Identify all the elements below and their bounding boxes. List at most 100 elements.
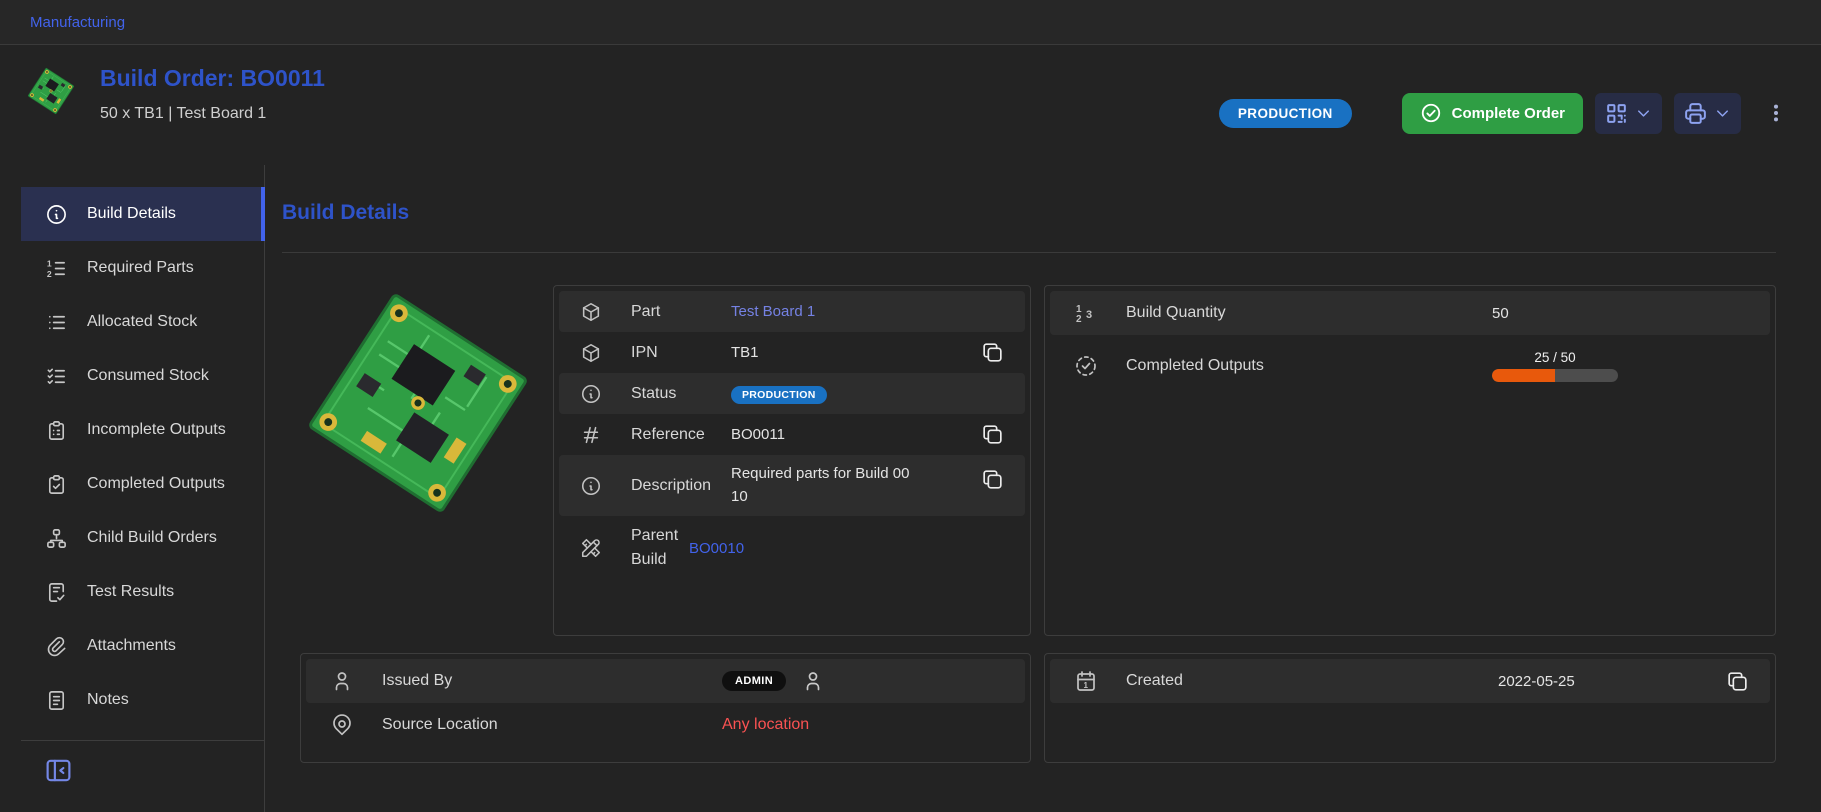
complete-order-button[interactable]: Complete Order	[1402, 93, 1583, 134]
sidebar: Build Details Required Parts Allocated S…	[21, 165, 265, 812]
sidebar-item-child-build-orders[interactable]: Child Build Orders	[21, 511, 265, 565]
sidebar-item-required-parts[interactable]: Required Parts	[21, 241, 265, 295]
circle-dashed-check-icon	[1074, 354, 1098, 378]
copy-icon[interactable]	[1725, 669, 1750, 694]
sidebar-collapse-button[interactable]	[43, 756, 73, 788]
progress-block: 25 / 50	[1492, 350, 1618, 382]
detail-row-ipn: IPN TB1	[559, 332, 1025, 373]
parent-build-link[interactable]: BO0010	[689, 540, 744, 557]
sidebar-item-label: Build Details	[87, 205, 176, 223]
field-label: Part	[631, 300, 731, 324]
field-label: Build Quantity	[1126, 304, 1226, 322]
field-label: Reference	[631, 423, 731, 447]
dots-vertical-icon	[1765, 102, 1787, 124]
qrcode-icon	[1604, 101, 1629, 126]
sidebar-divider	[21, 740, 264, 741]
part-image[interactable]	[300, 285, 536, 636]
breadcrumb: Manufacturing	[0, 0, 1821, 45]
part-link[interactable]: Test Board 1	[731, 303, 815, 320]
chevron-down-icon	[1713, 104, 1732, 123]
sidebar-item-attachments[interactable]: Attachments	[21, 619, 265, 673]
sitemap-icon	[45, 527, 68, 550]
field-label: Created	[1126, 672, 1183, 690]
copy-icon[interactable]	[980, 340, 1005, 365]
map-pin-icon	[330, 713, 354, 737]
print-actions-button[interactable]	[1674, 93, 1741, 134]
build-details-section: Part Test Board 1 IPN TB1 Status PRODUCT…	[300, 285, 1031, 636]
sidebar-item-test-results[interactable]: Test Results	[21, 565, 265, 619]
field-label: Issued By	[382, 672, 452, 690]
status-badge-small: PRODUCTION	[731, 386, 827, 404]
page-subtitle: 50 x TB1 | Test Board 1	[100, 105, 325, 123]
barcode-actions-button[interactable]	[1595, 93, 1662, 134]
issued-by-row: Issued By ADMIN	[306, 659, 1025, 703]
paperclip-icon	[45, 635, 68, 658]
issue-card: Issued By ADMIN Source Location Any loca…	[300, 653, 1031, 763]
issued-by-badge: ADMIN	[722, 671, 786, 691]
details-card: Part Test Board 1 IPN TB1 Status PRODUCT…	[553, 285, 1031, 636]
field-label: Status	[631, 382, 731, 406]
part-thumbnail[interactable]	[26, 59, 76, 153]
page-header: Build Order: BO0011 50 x TB1 | Test Boar…	[0, 45, 1821, 165]
panel-heading: Build Details	[282, 201, 1776, 225]
copy-icon[interactable]	[980, 467, 1005, 492]
sidebar-item-label: Required Parts	[87, 259, 194, 277]
created-row: Created 2022-05-25	[1050, 659, 1770, 703]
detail-row-status: Status PRODUCTION	[559, 373, 1025, 414]
progress-bar	[1492, 369, 1618, 382]
field-label: Description	[631, 474, 731, 498]
heading-divider	[282, 252, 1776, 253]
tools-icon	[580, 537, 602, 559]
complete-order-label: Complete Order	[1452, 105, 1565, 122]
build-quantity-value: 50	[1492, 305, 1509, 322]
field-label: IPN	[631, 341, 731, 365]
sidebar-item-label: Completed Outputs	[87, 475, 225, 493]
sidebar-item-allocated-stock[interactable]: Allocated Stock	[21, 295, 265, 349]
quantities-card: Build Quantity 50 Completed Outputs 25 /…	[1044, 285, 1776, 636]
page-title: Build Order: BO0011	[100, 65, 325, 92]
calendar-icon	[1074, 669, 1098, 693]
created-card: Created 2022-05-25	[1044, 653, 1776, 763]
detail-row-reference: Reference BO0011	[559, 414, 1025, 455]
test-results-icon	[45, 581, 68, 604]
sidebar-item-incomplete-outputs[interactable]: Incomplete Outputs	[21, 403, 265, 457]
copy-icon[interactable]	[980, 422, 1005, 447]
completed-outputs-row: Completed Outputs 25 / 50	[1050, 335, 1770, 397]
field-label: Completed Outputs	[1126, 357, 1264, 375]
field-label: Parent Build	[631, 524, 689, 572]
progress-label: 25 / 50	[1492, 350, 1618, 365]
ipn-value: TB1	[731, 344, 980, 361]
field-label: Source Location	[382, 716, 498, 734]
sidebar-item-label: Consumed Stock	[87, 367, 209, 385]
panel-collapse-icon	[44, 756, 73, 785]
detail-row-description: Description Required parts for Build 001…	[559, 455, 1025, 516]
more-actions-button[interactable]	[1759, 93, 1793, 134]
detail-row-part: Part Test Board 1	[559, 291, 1025, 332]
info-circle-icon	[580, 383, 602, 405]
package-icon	[580, 301, 602, 323]
source-location-row: Source Location Any location	[306, 703, 1025, 747]
sidebar-item-label: Notes	[87, 691, 129, 709]
main-panel: Build Details Part Test Board 1 IPN	[265, 165, 1821, 812]
chevron-down-icon	[1634, 104, 1653, 123]
detail-row-parent-build: Parent Build BO0010	[559, 516, 1025, 580]
build-quantity-row: Build Quantity 50	[1050, 291, 1770, 335]
source-location-value: Any location	[722, 716, 809, 734]
sidebar-item-label: Attachments	[87, 637, 176, 655]
sidebar-item-completed-outputs[interactable]: Completed Outputs	[21, 457, 265, 511]
status-badge: PRODUCTION	[1219, 99, 1352, 128]
sidebar-item-notes[interactable]: Notes	[21, 673, 265, 727]
sidebar-item-build-details[interactable]: Build Details	[21, 187, 265, 241]
pcb-thumbnail-image	[26, 63, 76, 119]
progress-fill	[1492, 369, 1555, 382]
sidebar-item-consumed-stock[interactable]: Consumed Stock	[21, 349, 265, 403]
reference-value: BO0011	[731, 426, 980, 443]
numbered-list-icon	[45, 257, 68, 280]
user-icon	[330, 669, 354, 693]
pcb-image	[300, 285, 536, 521]
circle-check-icon	[1420, 102, 1442, 124]
clipboard-icon	[45, 419, 68, 442]
breadcrumb-link-manufacturing[interactable]: Manufacturing	[30, 14, 125, 31]
clipboard-check-icon	[45, 473, 68, 496]
numbers-123-icon	[1074, 301, 1098, 325]
